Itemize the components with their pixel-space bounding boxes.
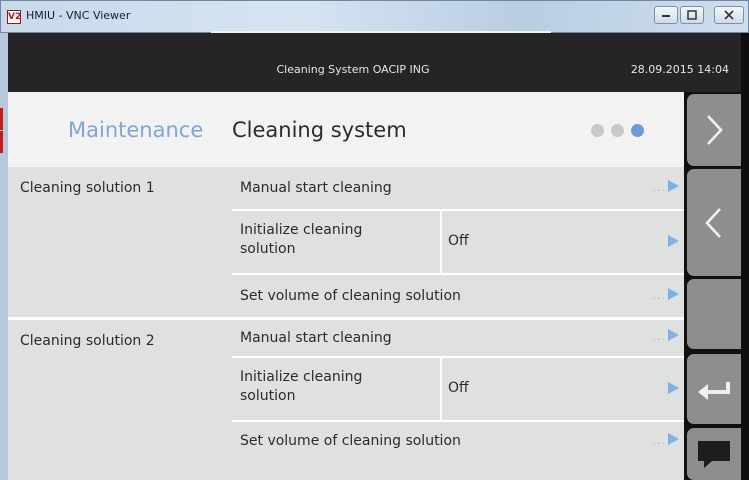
row-initialize-cleaning-solution-1[interactable]: Initialize cleaning solution Off xyxy=(232,209,684,273)
section-title: Maintenance xyxy=(68,118,204,142)
window-titlebar: V2 HMIU - VNC Viewer xyxy=(0,0,749,34)
row-manual-start-cleaning-1[interactable]: Manual start cleaning ... xyxy=(232,167,684,209)
close-icon xyxy=(724,10,734,20)
maximize-icon xyxy=(687,10,697,20)
window-frame-left xyxy=(0,33,8,480)
more-indicator: ... xyxy=(652,330,666,343)
vnc-app-icon: V2 xyxy=(7,10,22,24)
chevron-right-icon xyxy=(707,115,723,145)
maximize-button[interactable] xyxy=(680,6,704,24)
arrow-right-icon xyxy=(668,382,679,394)
page-header: Maintenance Cleaning system xyxy=(8,92,684,167)
group-label: Cleaning solution 1 xyxy=(20,180,155,196)
row-label: Manual start cleaning xyxy=(240,330,392,346)
row-manual-start-cleaning-2[interactable]: Manual start cleaning ... xyxy=(232,320,684,356)
chevron-left-icon xyxy=(705,207,721,238)
row-label: Manual start cleaning xyxy=(240,180,392,196)
page-dot xyxy=(591,124,604,137)
page-indicator xyxy=(591,124,644,137)
page-title: Cleaning system xyxy=(232,118,407,142)
column-divider xyxy=(440,211,442,273)
close-button[interactable] xyxy=(714,6,744,24)
back-arrow-icon xyxy=(698,382,730,400)
minimize-icon xyxy=(662,15,670,17)
message-button[interactable] xyxy=(687,428,741,480)
hmi-screen: Cleaning System OACIP ING 28.09.2015 14:… xyxy=(8,33,741,480)
row-label: Set volume of cleaning solution xyxy=(240,288,461,304)
group-label: Cleaning solution 2 xyxy=(20,333,155,349)
arrow-right-icon xyxy=(668,329,679,341)
more-indicator: ... xyxy=(652,181,666,194)
frame-marker xyxy=(0,108,3,130)
blank-button[interactable] xyxy=(687,279,741,349)
row-set-volume-2[interactable]: Set volume of cleaning solution ... xyxy=(232,420,684,480)
page-dot xyxy=(611,124,624,137)
arrow-right-icon xyxy=(668,288,679,300)
row-initialize-cleaning-solution-2[interactable]: Initialize cleaning solution Off xyxy=(232,356,684,420)
datetime-display: 28.09.2015 14:04 xyxy=(630,63,729,76)
more-indicator: ... xyxy=(652,289,666,302)
status-bar: Cleaning System OACIP ING 28.09.2015 14:… xyxy=(8,33,741,92)
row-value: Off xyxy=(448,380,469,396)
message-icon xyxy=(698,441,730,468)
navigation-sidebar xyxy=(684,92,741,480)
back-button[interactable] xyxy=(687,354,741,424)
frame-marker xyxy=(0,131,3,153)
minimize-button[interactable] xyxy=(654,6,678,24)
system-status-text: Cleaning System OACIP ING xyxy=(276,63,430,76)
arrow-right-icon xyxy=(668,433,679,445)
page-dot-active xyxy=(631,124,644,137)
row-set-volume-1[interactable]: Set volume of cleaning solution ... xyxy=(232,273,684,317)
next-page-button[interactable] xyxy=(687,94,741,166)
column-divider xyxy=(440,358,442,420)
row-value: Off xyxy=(448,233,469,249)
settings-table: Cleaning solution 1 Manual start cleanin… xyxy=(8,167,684,480)
row-label: Initialize cleaning solution xyxy=(240,222,363,257)
window-title: HMIU - VNC Viewer xyxy=(26,9,131,22)
previous-page-button[interactable] xyxy=(687,169,741,276)
row-label: Set volume of cleaning solution xyxy=(240,433,461,449)
arrow-right-icon xyxy=(668,235,679,247)
row-label: Initialize cleaning solution xyxy=(240,369,363,404)
arrow-right-icon xyxy=(668,180,679,192)
more-indicator: ... xyxy=(652,434,666,447)
